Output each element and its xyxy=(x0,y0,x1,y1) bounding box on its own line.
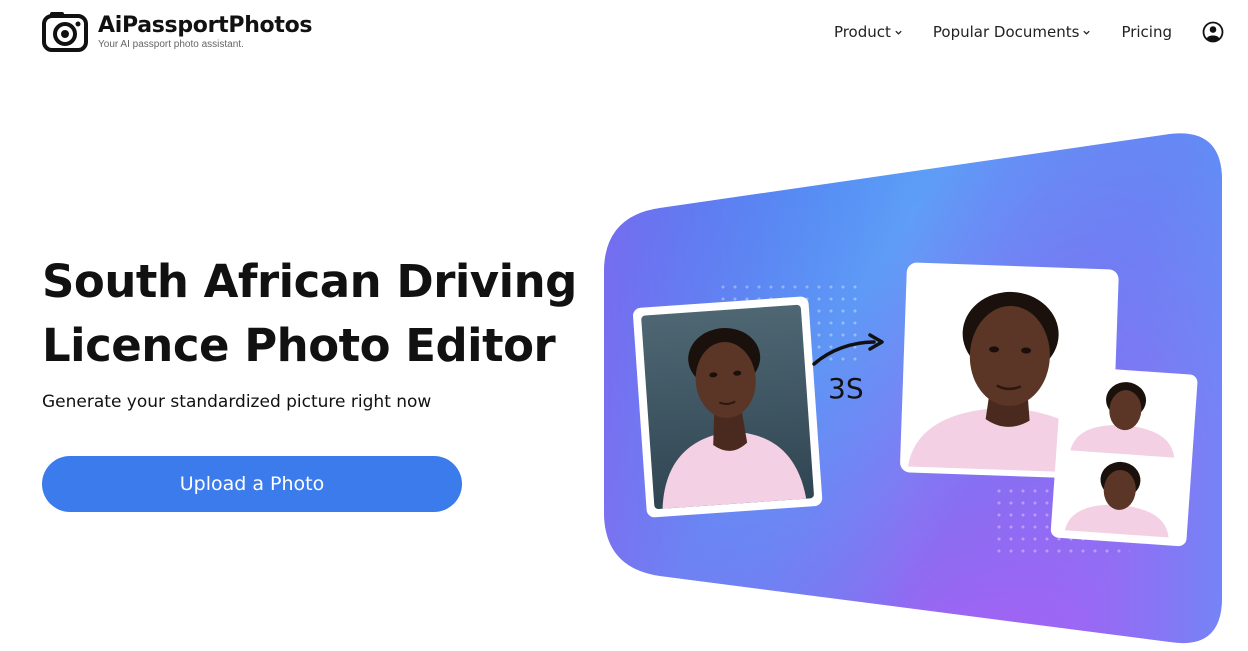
brand-tagline: Your AI passport photo assistant. xyxy=(98,39,244,50)
hero-subtitle: Generate your standardized picture right… xyxy=(42,392,432,412)
upload-photo-button[interactable]: Upload a Photo xyxy=(42,456,462,512)
main-nav: Product Popular Documents Pricing xyxy=(834,20,1224,44)
processing-time-label: 3S xyxy=(828,372,864,405)
nav-popular-documents[interactable]: Popular Documents xyxy=(933,23,1092,41)
brand-logo[interactable]: AiPassportPhotos Your AI passport photo … xyxy=(42,12,313,52)
page-title-line-1: South African Driving xyxy=(42,255,577,308)
nav-pricing[interactable]: Pricing xyxy=(1121,23,1172,41)
hero-illustration: 3S xyxy=(600,128,1240,648)
page-title-line-2: Licence Photo Editor xyxy=(42,319,556,372)
user-account-icon[interactable] xyxy=(1202,21,1224,43)
chevron-down-icon xyxy=(1083,30,1091,35)
nav-product-label: Product xyxy=(833,23,891,41)
page-title: South African Driving Licence Photo Edit… xyxy=(42,250,602,378)
site-header: AiPassportPhotos Your AI passport photo … xyxy=(0,0,1248,70)
nav-popular-documents-label: Popular Documents xyxy=(932,23,1080,41)
brand-name: AiPassportPhotos xyxy=(98,13,313,38)
chevron-down-icon xyxy=(895,30,902,35)
hero-illustration-graphic xyxy=(604,133,1222,644)
nav-pricing-label: Pricing xyxy=(1121,23,1172,41)
nav-product[interactable]: Product xyxy=(834,23,903,41)
camera-logo-icon xyxy=(42,12,88,52)
